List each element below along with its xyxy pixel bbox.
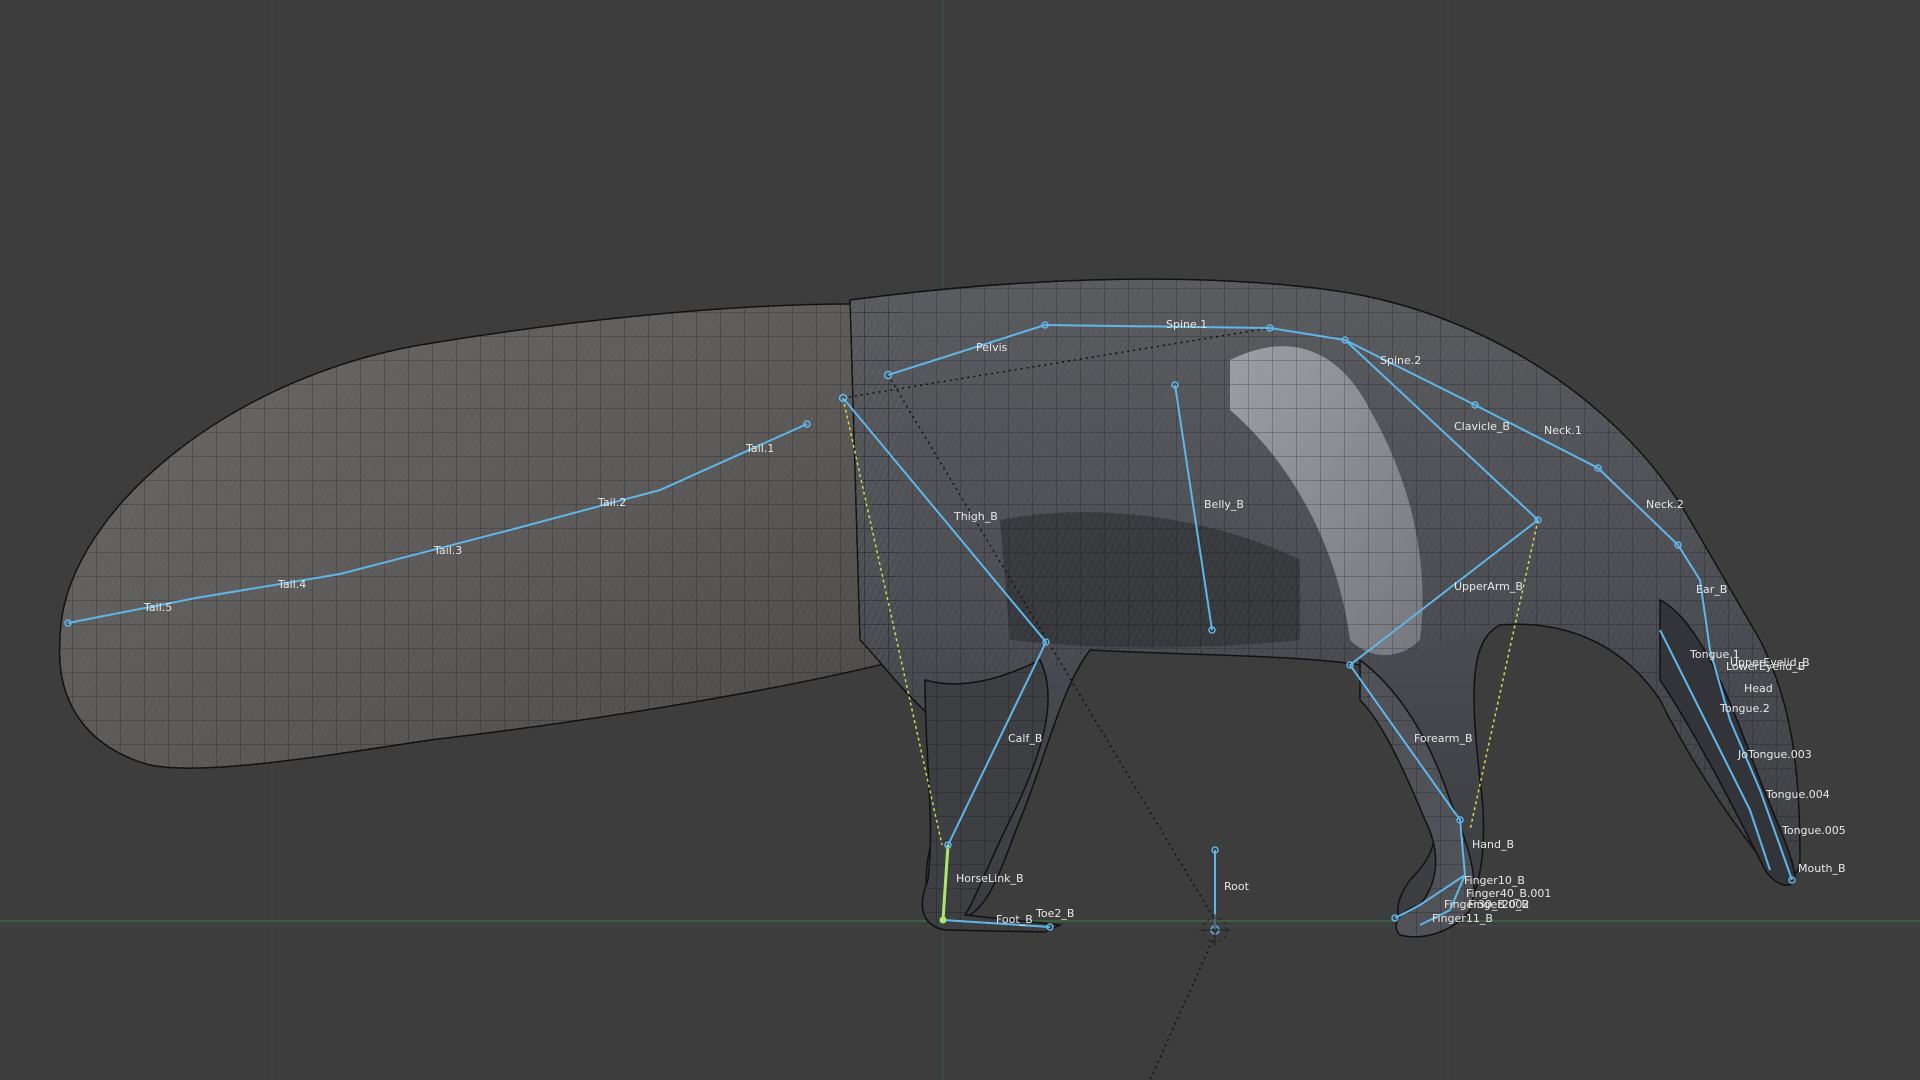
label-finger11: Finger11_B [1432, 912, 1493, 925]
label-root: Root [1224, 880, 1250, 893]
label-mouth: Mouth_B [1798, 862, 1846, 875]
3d-cursor-icon[interactable] [1199, 914, 1231, 946]
label-tail4: Tail.4 [277, 578, 306, 591]
viewport-canvas[interactable]: Pelvis Spine.1 Spine.2 Clavicle_B Neck.1… [0, 0, 1920, 1080]
label-tail1: Tail.1 [745, 442, 774, 455]
label-calf: Calf_B [1008, 732, 1042, 745]
label-belly: Belly_B [1204, 498, 1244, 511]
anteater-mesh[interactable] [58, 278, 1801, 938]
label-finger10: Finger10_B [1464, 874, 1525, 887]
label-horselink: HorseLink_B [956, 872, 1024, 885]
label-hand: Hand_B [1472, 838, 1514, 851]
label-tongue4: Tongue.004 [1765, 788, 1830, 801]
label-tail5: Tail.5 [143, 601, 172, 614]
label-head: Head [1744, 682, 1773, 695]
label-thigh: Thigh_B [953, 510, 998, 523]
label-lower-eyelid: LowerEyelid_B [1726, 660, 1805, 673]
label-tail2: Tail.2 [597, 496, 626, 509]
label-neck1: Neck.1 [1544, 424, 1582, 437]
label-tail3: Tail.3 [433, 544, 462, 557]
label-toe: Toe2_B [1035, 907, 1074, 920]
label-foot: Foot_B [996, 913, 1033, 926]
label-pelvis: Pelvis [976, 341, 1008, 354]
label-clavicle: Clavicle_B [1454, 420, 1510, 433]
label-spine1: Spine.1 [1166, 318, 1207, 331]
label-jaw-tongue3: JoTongue.003 [1737, 748, 1812, 761]
label-tongue5: Tongue.005 [1781, 824, 1846, 837]
label-tongue2: Tongue.2 [1719, 702, 1770, 715]
label-spine2: Spine.2 [1380, 354, 1421, 367]
label-forearm: Forearm_B [1414, 732, 1473, 745]
label-finger-b003: Finger20_B [1468, 898, 1529, 911]
3d-viewport[interactable]: Pelvis Spine.1 Spine.2 Clavicle_B Neck.1… [0, 0, 1920, 1080]
label-ear: Ear_B [1696, 583, 1727, 596]
label-neck2: Neck.2 [1646, 498, 1684, 511]
label-upperarm: UpperArm_B [1454, 580, 1523, 593]
